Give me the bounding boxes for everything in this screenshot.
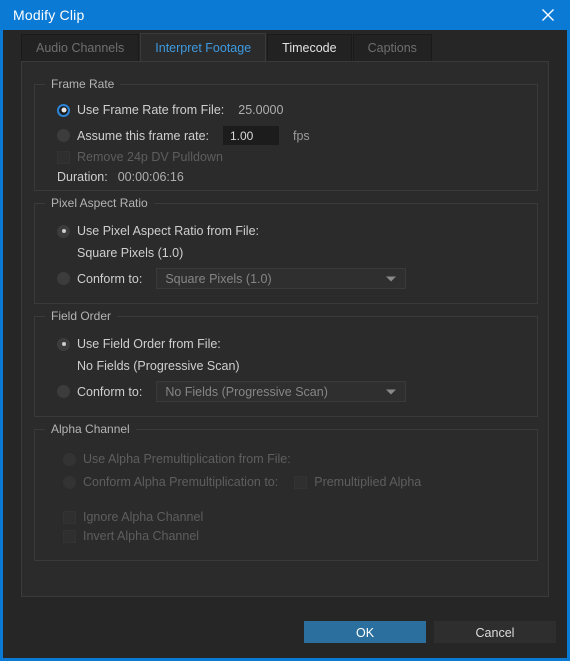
field-order-use-from-file-radio[interactable] — [57, 337, 70, 351]
par-use-from-file-radio[interactable] — [57, 224, 70, 238]
duration-label: Duration: — [57, 170, 108, 184]
duration-value: 00:00:06:16 — [117, 170, 184, 184]
close-button[interactable] — [526, 0, 567, 30]
alpha-conform-premultiplication-row: Conform Alpha Premultiplication to: Prem… — [63, 475, 421, 489]
par-conform-row[interactable]: Conform to: Square Pixels (1.0) — [57, 268, 407, 289]
frame-rate-assume-row[interactable]: Assume this frame rate: fps — [57, 126, 310, 145]
cancel-button[interactable]: Cancel — [434, 621, 556, 643]
frame-rate-assume-label: Assume this frame rate: — [77, 128, 209, 143]
field-order-conform-dropdown-value: No Fields (Progressive Scan) — [165, 384, 328, 399]
remove-24p-pulldown-row: Remove 24p DV Pulldown — [57, 150, 223, 164]
field-order-use-from-file-value-row: No Fields (Progressive Scan) — [77, 359, 240, 373]
duration-row: Duration: 00:00:06:16 — [57, 170, 184, 184]
par-conform-dropdown-value: Square Pixels (1.0) — [165, 271, 272, 286]
premultiplied-alpha-label: Premultiplied Alpha — [314, 475, 422, 489]
par-use-from-file-row[interactable]: Use Pixel Aspect Ratio from File: — [57, 224, 259, 238]
frame-rate-use-from-file-label: Use Frame Rate from File: — [77, 103, 225, 117]
field-order-conform-row[interactable]: Conform to: No Fields (Progressive Scan) — [57, 381, 407, 402]
tab-timecode[interactable]: Timecode — [267, 34, 352, 61]
titlebar: Modify Clip — [3, 0, 567, 30]
invert-alpha-channel-label: Invert Alpha Channel — [83, 529, 200, 543]
frame-rate-group: Frame Rate Use Frame Rate from File: 25.… — [34, 77, 538, 191]
par-use-from-file-value: Square Pixels (1.0) — [77, 246, 184, 260]
interpret-footage-panel: Frame Rate Use Frame Rate from File: 25.… — [21, 61, 549, 597]
invert-alpha-channel-row: Invert Alpha Channel — [63, 529, 199, 543]
alpha-use-premultiplication-radio — [63, 452, 76, 466]
tab-strip: Audio Channels Interpret Footage Timecod… — [3, 30, 567, 61]
modify-clip-dialog: Modify Clip Audio Channels Interpret Foo… — [0, 0, 570, 661]
chevron-down-icon — [386, 389, 397, 394]
frame-rate-group-title: Frame Rate — [45, 77, 121, 91]
chevron-down-icon — [386, 276, 397, 281]
ok-button[interactable]: OK — [304, 621, 426, 643]
ignore-alpha-channel-label: Ignore Alpha Channel — [83, 510, 204, 524]
alpha-channel-group-title: Alpha Channel — [45, 422, 136, 436]
field-order-group: Field Order Use Field Order from File: N… — [34, 309, 538, 417]
field-order-conform-dropdown[interactable]: No Fields (Progressive Scan) — [156, 381, 407, 402]
tab-captions[interactable]: Captions — [352, 34, 432, 61]
ignore-alpha-channel-row: Ignore Alpha Channel — [63, 510, 203, 524]
field-order-conform-label: Conform to: — [77, 384, 143, 399]
par-conform-radio[interactable] — [57, 272, 70, 285]
field-order-conform-radio[interactable] — [57, 385, 70, 398]
tab-interpret-footage[interactable]: Interpret Footage — [140, 33, 267, 61]
field-order-use-from-file-label: Use Field Order from File: — [77, 337, 221, 351]
frame-rate-assume-unit: fps — [293, 128, 310, 143]
field-order-group-title: Field Order — [45, 309, 118, 323]
alpha-conform-premultiplication-radio — [63, 475, 76, 489]
frame-rate-use-from-file-row[interactable]: Use Frame Rate from File: 25.0000 — [57, 103, 283, 117]
alpha-conform-premultiplication-label: Conform Alpha Premultiplication to: — [83, 475, 279, 489]
premultiplied-alpha-checkbox — [294, 475, 308, 489]
close-icon — [542, 9, 554, 21]
field-order-use-from-file-row[interactable]: Use Field Order from File: — [57, 337, 221, 351]
field-order-use-from-file-value: No Fields (Progressive Scan) — [77, 359, 240, 373]
frame-rate-assume-input[interactable] — [223, 126, 279, 145]
par-use-from-file-value-row: Square Pixels (1.0) — [77, 246, 183, 260]
frame-rate-use-from-file-value: 25.0000 — [238, 103, 284, 117]
par-use-from-file-label: Use Pixel Aspect Ratio from File: — [77, 224, 260, 238]
window-title: Modify Clip — [13, 7, 85, 23]
alpha-use-premultiplication-row: Use Alpha Premultiplication from File: — [63, 452, 291, 466]
pixel-aspect-ratio-group: Pixel Aspect Ratio Use Pixel Aspect Rati… — [34, 196, 538, 304]
pixel-aspect-ratio-group-title: Pixel Aspect Ratio — [45, 196, 154, 210]
invert-alpha-channel-checkbox — [63, 529, 76, 543]
frame-rate-use-from-file-radio[interactable] — [57, 103, 70, 117]
alpha-channel-group: Alpha Channel Use Alpha Premultiplicatio… — [34, 422, 538, 561]
frame-rate-assume-radio[interactable] — [57, 129, 70, 142]
par-conform-dropdown[interactable]: Square Pixels (1.0) — [156, 268, 407, 289]
ignore-alpha-channel-checkbox — [63, 510, 76, 524]
dialog-footer: OK Cancel — [3, 597, 567, 658]
par-conform-label: Conform to: — [77, 271, 143, 286]
alpha-use-premultiplication-label: Use Alpha Premultiplication from File: — [83, 452, 291, 466]
remove-24p-pulldown-checkbox — [57, 150, 70, 164]
tab-audio-channels[interactable]: Audio Channels — [21, 34, 140, 61]
remove-24p-pulldown-label: Remove 24p DV Pulldown — [77, 150, 223, 164]
